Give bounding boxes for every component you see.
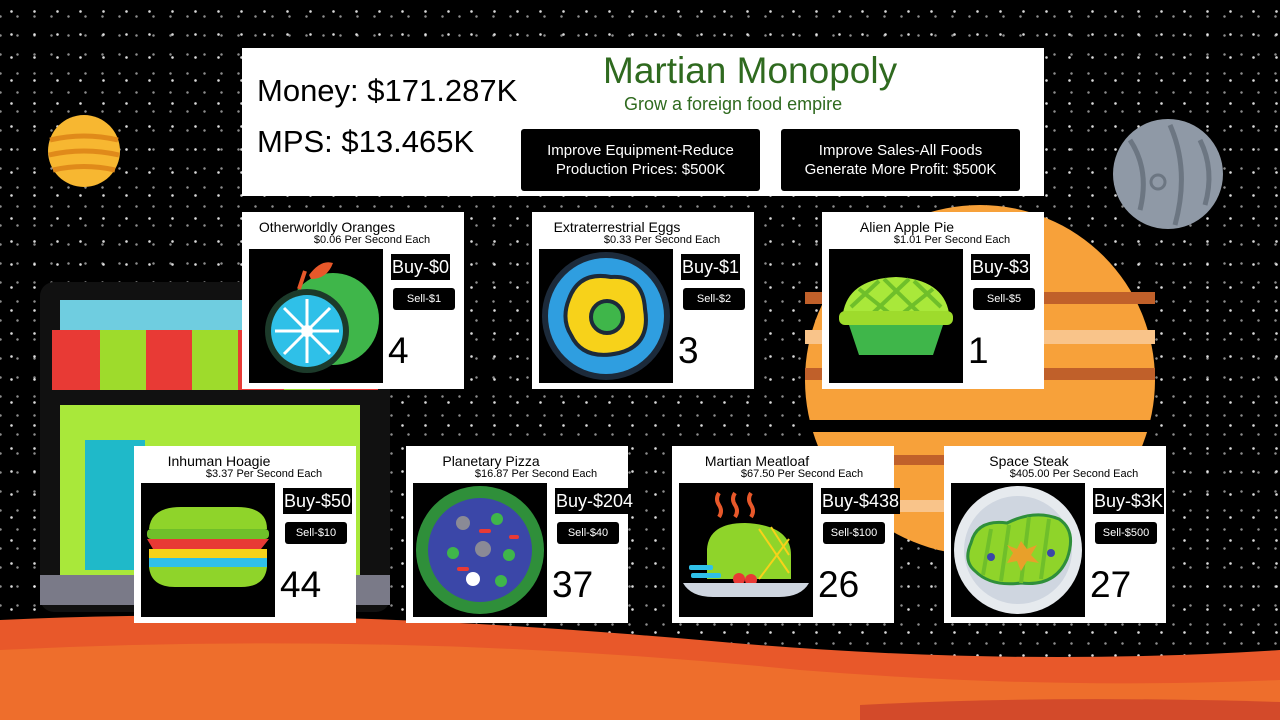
owned-count: 1: [968, 330, 989, 371]
food-card-eggs: Extraterrestrial Eggs $0.33 Per Second E…: [532, 212, 754, 389]
pie-icon: [829, 249, 963, 383]
sell-button[interactable]: Sell-$5: [973, 288, 1035, 310]
food-card-apple-pie: Alien Apple Pie $1.01 Per Second Each Bu…: [822, 212, 1044, 389]
improve-equipment-button[interactable]: Improve Equipment-Reduce Production Pric…: [521, 129, 760, 191]
game-subtitle: Grow a foreign food empire: [624, 94, 843, 114]
pizza-icon: [413, 483, 547, 617]
food-name: Space Steak: [989, 453, 1069, 469]
improve-sales-line2: Generate More Profit: $500K: [804, 161, 997, 178]
food-card-meatloaf: Martian Meatloaf $67.50 Per Second Each …: [672, 446, 901, 623]
buy-button[interactable]: Buy-$3: [971, 254, 1031, 280]
food-card-pizza: Planetary Pizza $16.87 Per Second Each B…: [406, 446, 635, 623]
improve-equipment-line2: Production Prices: $500K: [555, 161, 726, 178]
meatloaf-icon: [679, 483, 813, 617]
food-card-steak: Space Steak $405.00 Per Second Each Buy-…: [944, 446, 1166, 623]
food-name: Alien Apple Pie: [859, 219, 955, 235]
buy-button[interactable]: Buy-$438: [821, 488, 901, 514]
owned-count: 37: [552, 564, 594, 605]
food-name: Planetary Pizza: [442, 453, 540, 469]
owned-count: 44: [280, 564, 322, 605]
food-name: Otherworldly Oranges: [258, 219, 396, 235]
owned-count: 26: [818, 564, 860, 605]
orange-icon: [249, 249, 383, 383]
sell-button[interactable]: Sell-$2: [683, 288, 745, 310]
mps-display: MPS: $13.465K: [257, 124, 475, 159]
sell-button[interactable]: Sell-$10: [285, 522, 347, 544]
sell-button[interactable]: Sell-$40: [557, 522, 619, 544]
buy-button[interactable]: Buy-$0: [391, 254, 451, 280]
owned-count: 4: [388, 330, 409, 371]
food-rate: $3.37 Per Second Each: [205, 468, 323, 480]
grey-moon-icon: [1113, 119, 1223, 229]
food-name: Inhuman Hoagie: [167, 453, 271, 469]
buy-button[interactable]: Buy-$3K: [1093, 488, 1165, 514]
improve-sales-button[interactable]: Improve Sales-All Foods Generate More Pr…: [781, 129, 1020, 191]
sell-button[interactable]: Sell-$100: [823, 522, 885, 544]
food-rate: $405.00 Per Second Each: [1009, 468, 1139, 480]
food-rate: $1.01 Per Second Each: [893, 234, 1011, 246]
sandwich-icon: [141, 483, 275, 617]
food-card-hoagie: Inhuman Hoagie $3.37 Per Second Each Buy…: [134, 446, 356, 623]
fried-egg-icon: [539, 249, 673, 383]
food-rate: $0.06 Per Second Each: [313, 234, 431, 246]
money-display: Money: $171.287K: [257, 73, 518, 108]
food-rate: $67.50 Per Second Each: [740, 468, 864, 480]
owned-count: 3: [678, 330, 699, 371]
food-rate: $16.87 Per Second Each: [474, 468, 598, 480]
buy-button[interactable]: Buy-$204: [555, 488, 635, 514]
improve-equipment-line1: Improve Equipment-Reduce: [547, 142, 734, 159]
orange-planet-icon: [48, 115, 120, 187]
sell-button[interactable]: Sell-$500: [1095, 522, 1157, 544]
buy-button[interactable]: Buy-$50: [283, 488, 353, 514]
header-panel: Money: $171.287K MPS: $13.465K Martian M…: [242, 48, 1044, 196]
food-rate: $0.33 Per Second Each: [603, 234, 721, 246]
steak-icon: [951, 483, 1085, 617]
buy-button[interactable]: Buy-$1: [681, 254, 741, 280]
food-card-oranges: Otherworldly Oranges $0.06 Per Second Ea…: [242, 212, 464, 389]
food-name: Extraterrestrial Eggs: [553, 219, 681, 235]
sell-button[interactable]: Sell-$1: [393, 288, 455, 310]
food-name: Martian Meatloaf: [704, 453, 810, 469]
owned-count: 27: [1090, 564, 1132, 605]
game-title: Martian Monopoly: [603, 50, 898, 91]
mars-ground: [0, 615, 1280, 720]
improve-sales-line1: Improve Sales-All Foods: [818, 142, 983, 159]
